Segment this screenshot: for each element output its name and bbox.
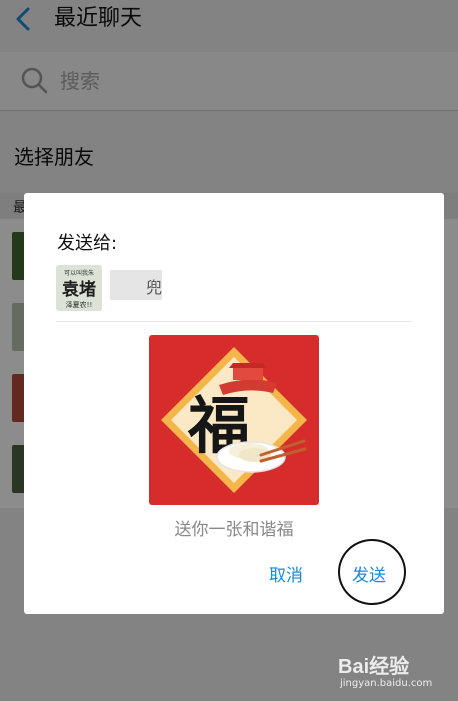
watermark-logo: Bai经验 <box>338 656 410 678</box>
cancel-button[interactable]: 取消 <box>269 561 303 586</box>
send-to-label: 发送给: <box>57 233 118 254</box>
card-caption: 送你一张和谐福 <box>174 520 294 540</box>
recipient-avatar: 可以叫我朱 袁堵 泽夏农!! <box>56 265 102 311</box>
avatar-small-text: 可以叫我朱 <box>64 269 94 277</box>
watermark: Bai经验 jingyan.baidu.com <box>338 650 450 694</box>
avatar-main-text: 袁堵 <box>61 280 96 300</box>
recipient-name-blurred: 兜 <box>110 270 162 300</box>
fu-card-image: 福 <box>149 335 319 505</box>
avatar-image: 可以叫我朱 袁堵 泽夏农!! <box>56 265 102 311</box>
share-dialog: 发送给: 可以叫我朱 袁堵 泽夏农!! 兜 福 送你一张和谐福 取消 发送 <box>24 193 444 614</box>
divider <box>56 321 412 322</box>
send-button-highlight-circle <box>338 539 406 605</box>
avatar-sub-text: 泽夏农!! <box>66 300 93 309</box>
watermark-url: jingyan.baidu.com <box>340 678 433 689</box>
